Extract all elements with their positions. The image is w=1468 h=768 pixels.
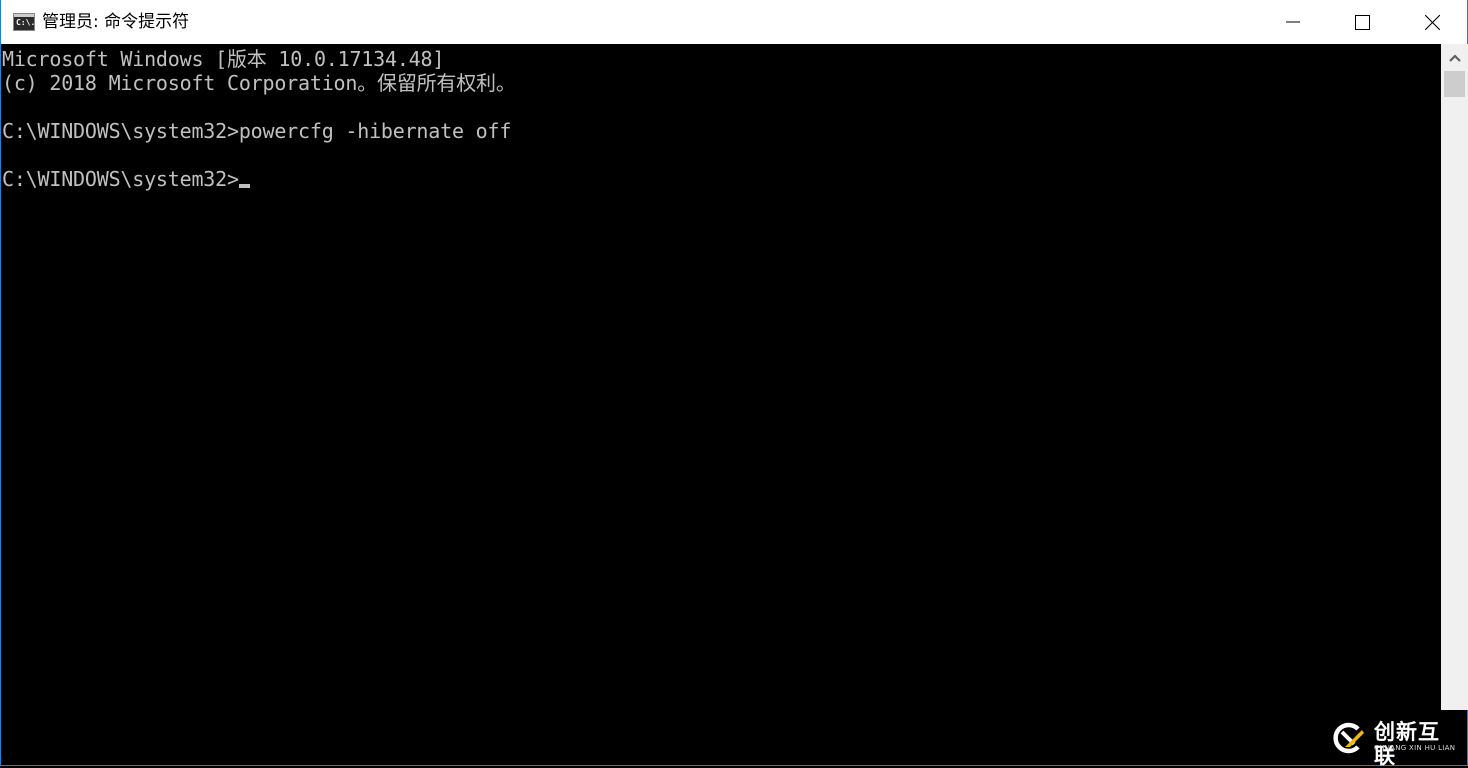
maximize-icon	[1354, 14, 1370, 30]
console-line-copyright: (c) 2018 Microsoft Corporation。保留所有权利。	[2, 71, 516, 95]
chevron-up-icon	[1448, 53, 1461, 62]
icon-title-strip	[14, 14, 34, 17]
cmd-icon-text: C:\.	[16, 18, 36, 27]
window-title: 管理员: 命令提示符	[42, 12, 190, 32]
console-line-command: C:\WINDOWS\system32>powercfg -hibernate …	[2, 119, 512, 143]
watermark-brand-en: CHUANG XIN HU LIAN	[1374, 744, 1456, 752]
cmd-app-icon[interactable]: C:\.	[13, 13, 35, 31]
command-prompt-window: C:\. 管理员: 命令提示符 Microsoft Windows [版本 10…	[0, 0, 1468, 768]
console-prompt: C:\WINDOWS\system32>	[2, 167, 239, 191]
minimize-button[interactable]	[1258, 0, 1328, 44]
close-button[interactable]	[1397, 0, 1467, 44]
watermark-logo: 创新互联 CHUANG XIN HU LIAN	[1331, 718, 1461, 768]
console-line-version: Microsoft Windows [版本 10.0.17134.48]	[2, 47, 445, 71]
close-icon	[1424, 14, 1440, 30]
text-cursor	[238, 184, 250, 188]
maximize-button[interactable]	[1327, 0, 1397, 44]
brand-logo-icon	[1333, 722, 1364, 754]
scroll-thumb[interactable]	[1444, 71, 1465, 97]
minimize-icon	[1286, 21, 1300, 23]
title-bar[interactable]: C:\. 管理员: 命令提示符	[1, 0, 1467, 44]
console-output[interactable]: Microsoft Windows [版本 10.0.17134.48] (c)…	[2, 44, 1441, 765]
vertical-scrollbar[interactable]	[1441, 44, 1468, 710]
scroll-up-button[interactable]	[1441, 44, 1468, 71]
console-prompt-line[interactable]: C:\WINDOWS\system32>	[2, 167, 1441, 191]
